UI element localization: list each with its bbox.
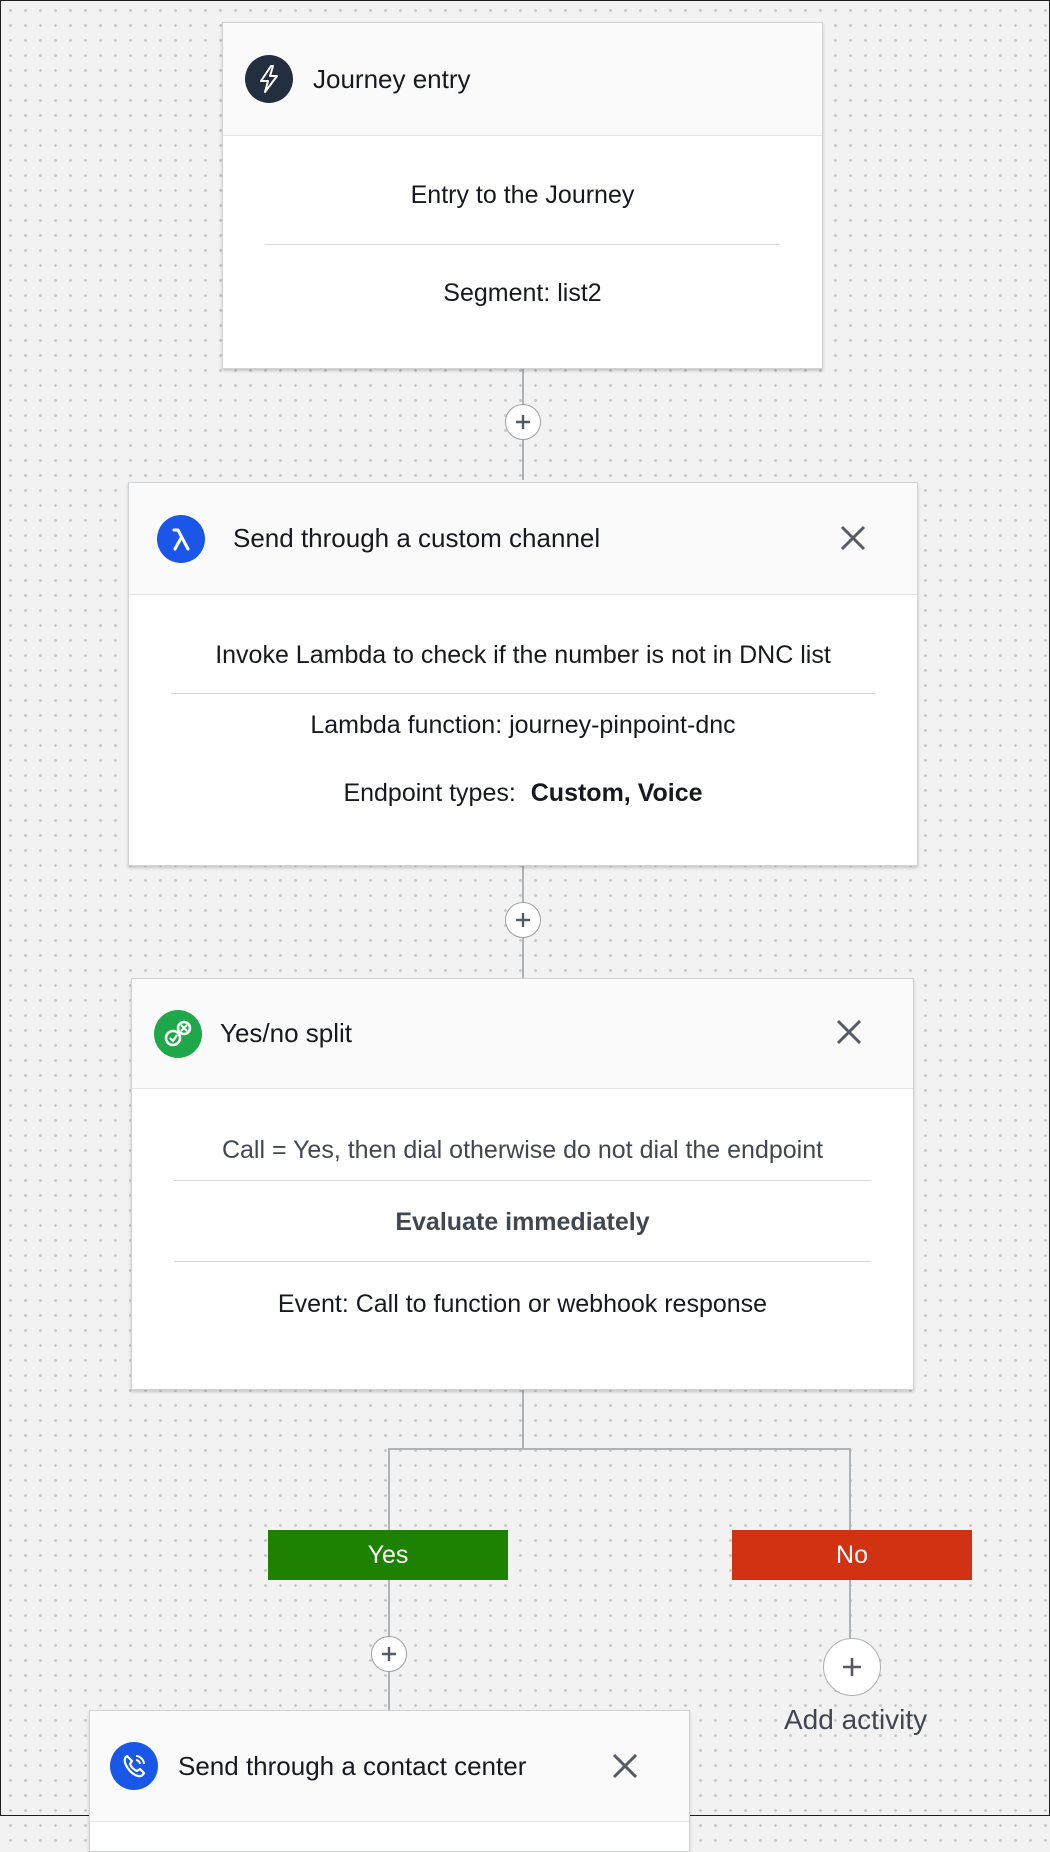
- lambda-icon: [157, 514, 205, 563]
- close-button[interactable]: [833, 518, 873, 558]
- endpoint-types: Endpoint types: Custom, Voice: [129, 779, 917, 808]
- card-title: Send through a custom channel: [233, 523, 601, 553]
- entry-description: Entry to the Journey: [410, 181, 635, 209]
- plus-icon: [516, 913, 530, 927]
- split-branch-bar: [389, 1448, 850, 1450]
- divider: [265, 244, 780, 245]
- split-event: Event: Call to function or webhook respo…: [277, 1290, 768, 1318]
- custom-channel-card[interactable]: Send through a custom channel Invoke Lam…: [128, 482, 918, 866]
- close-button[interactable]: [829, 1012, 869, 1052]
- split-condition: Call = Yes, then dial otherwise do not d…: [221, 1136, 824, 1164]
- add-activity-no-branch-button[interactable]: [823, 1638, 881, 1696]
- split-evaluate: Evaluate immediately: [395, 1208, 650, 1236]
- card-title: Send through a contact center: [178, 1750, 527, 1781]
- card-header: Send through a contact center: [90, 1711, 689, 1822]
- card-title: Yes/no split: [220, 1018, 353, 1048]
- add-activity-label[interactable]: Add activity: [784, 1704, 927, 1736]
- custom-channel-description: Invoke Lambda to check if the number is …: [215, 641, 831, 669]
- divider: [174, 1180, 871, 1181]
- split-icon: [154, 1009, 202, 1058]
- contact-center-card[interactable]: Send through a contact center: [89, 1710, 690, 1852]
- add-activity-button[interactable]: [505, 404, 541, 440]
- endpoint-types-value: Custom, Voice: [530, 779, 703, 807]
- yes-branch-label: Yes: [268, 1530, 508, 1580]
- connector-line: [522, 1386, 524, 1450]
- add-activity-button[interactable]: [371, 1636, 407, 1672]
- add-activity-button[interactable]: [505, 902, 541, 938]
- phone-icon: [110, 1742, 158, 1790]
- close-icon: [836, 1019, 862, 1045]
- yes-no-split-card[interactable]: Yes/no split Call = Yes, then dial other…: [131, 978, 914, 1390]
- card-header: Yes/no split: [132, 979, 913, 1089]
- lambda-function: Lambda function: journey-pinpoint-dnc: [310, 711, 736, 739]
- endpoint-types-label: Endpoint types:: [343, 779, 516, 807]
- close-icon: [840, 525, 866, 551]
- plus-icon: [843, 1658, 861, 1676]
- journey-entry-card[interactable]: Journey entry Entry to the Journey Segme…: [222, 22, 823, 369]
- plus-icon: [516, 415, 530, 429]
- no-branch-label: No: [732, 1530, 972, 1580]
- card-header: Journey entry: [223, 23, 822, 136]
- card-title: Journey entry: [313, 63, 471, 94]
- entry-segment: Segment: list2: [443, 279, 602, 307]
- lightning-icon: [245, 55, 293, 103]
- close-button[interactable]: [605, 1746, 645, 1786]
- card-header: Send through a custom channel: [129, 483, 917, 595]
- close-icon: [612, 1753, 638, 1779]
- divider: [174, 1261, 871, 1262]
- plus-icon: [382, 1647, 396, 1661]
- divider: [171, 693, 875, 694]
